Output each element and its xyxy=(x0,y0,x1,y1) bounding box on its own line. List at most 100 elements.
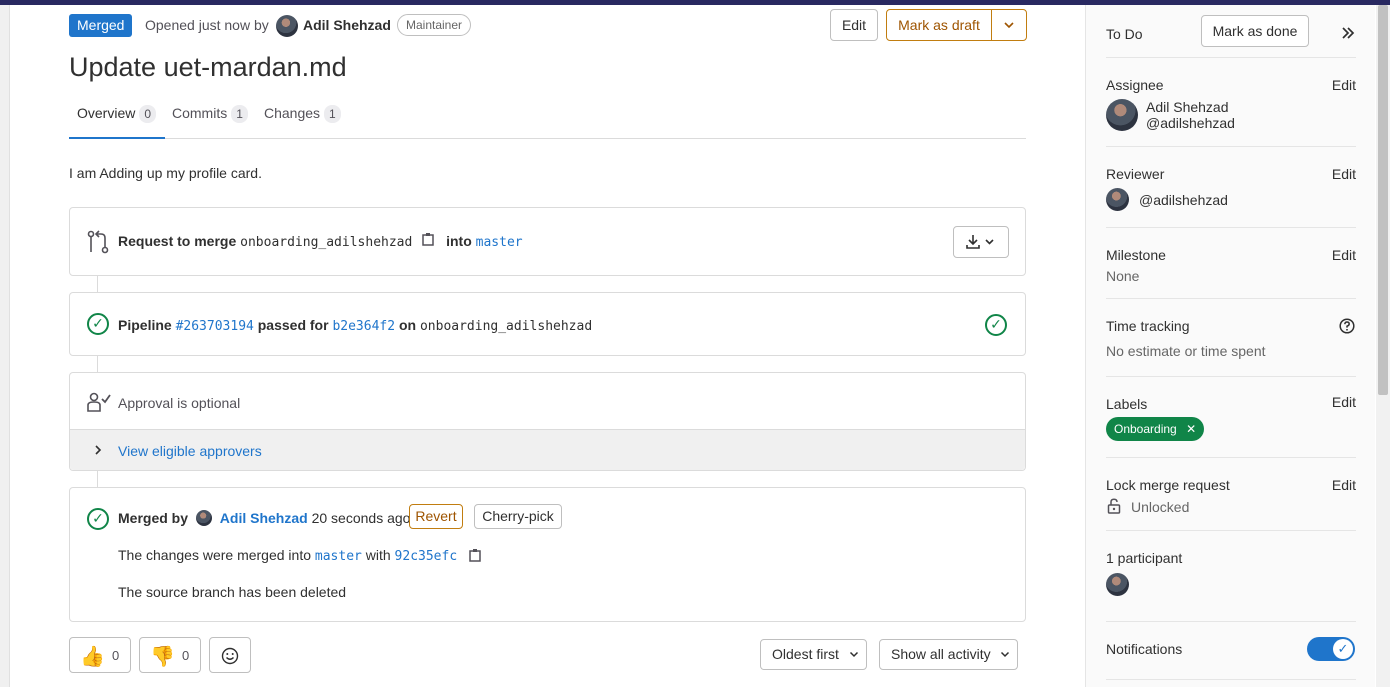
remove-label-icon[interactable]: ✕ xyxy=(1186,422,1196,436)
pipeline-passed-icon[interactable]: ✓ xyxy=(87,313,109,335)
page-scrollbar[interactable] xyxy=(1376,5,1390,687)
notifications-toggle[interactable]: ✓ xyxy=(1307,637,1355,661)
on-label: on xyxy=(398,317,417,333)
tab-commits-count: 1 xyxy=(231,105,248,123)
approval-optional-text: Approval is optional xyxy=(118,395,241,411)
chevron-down-icon xyxy=(1001,651,1010,658)
approvers-section[interactable]: View eligible approvers xyxy=(70,429,1025,470)
milestone-title: Milestone xyxy=(1106,247,1166,263)
into-label: into xyxy=(446,233,472,249)
tab-overview-count: 0 xyxy=(139,105,157,123)
merged-status-badge: Merged xyxy=(69,14,133,37)
milestone-value: None xyxy=(1106,268,1140,284)
thumbs-up-icon: 👍 xyxy=(80,646,105,668)
sort-dropdown[interactable]: Oldest first xyxy=(760,639,867,670)
merged-with-text: with xyxy=(365,547,391,563)
merged-changes-line: The changes were merged into master with… xyxy=(118,547,481,565)
participants-section: 1 participant xyxy=(1106,531,1356,622)
lock-value: Unlocked xyxy=(1131,499,1190,515)
passed-for-label: passed for xyxy=(257,317,329,333)
reviewer-edit-link[interactable]: Edit xyxy=(1332,166,1356,182)
mark-as-done-button[interactable]: Mark as done xyxy=(1201,15,1309,47)
tab-changes-label: Changes xyxy=(264,105,321,121)
copy-branch-icon[interactable] xyxy=(422,232,434,249)
assignee-avatar[interactable] xyxy=(1106,99,1138,131)
merge-request-icon xyxy=(87,230,109,254)
scrollbar-thumb[interactable] xyxy=(1378,5,1388,395)
merged-by-line: Merged by Adil Shehzad 20 seconds ago xyxy=(118,510,410,526)
merge-commit-link[interactable]: 92c35efc xyxy=(395,549,458,564)
cherry-pick-button[interactable]: Cherry-pick xyxy=(474,504,562,529)
merged-by-user-link[interactable]: Adil Shehzad xyxy=(220,510,308,526)
download-dropdown-button[interactable] xyxy=(953,226,1009,258)
merged-changes-text: The changes were merged into xyxy=(118,547,311,563)
target-branch-link[interactable]: master xyxy=(476,235,523,250)
tab-commits[interactable]: Commits 1 xyxy=(172,100,248,139)
tab-overview[interactable]: Overview 0 xyxy=(69,100,165,139)
labels-edit-link[interactable]: Edit xyxy=(1332,394,1356,410)
participant-avatar[interactable] xyxy=(1106,573,1129,596)
activity-filter-label: Show all activity xyxy=(891,646,991,662)
question-icon[interactable] xyxy=(1339,318,1355,334)
todo-label: To Do xyxy=(1106,26,1143,42)
notifications-title: Notifications xyxy=(1106,641,1183,657)
reviewer-username[interactable]: @adilshehzad xyxy=(1139,192,1228,208)
reviewer-avatar[interactable] xyxy=(1106,188,1129,211)
label-name: Onboarding xyxy=(1114,422,1177,436)
milestone-edit-link[interactable]: Edit xyxy=(1332,247,1356,263)
merged-target-branch-link[interactable]: master xyxy=(315,549,362,564)
merge-request-line: Request to merge onboarding_adilshehzad … xyxy=(118,232,523,250)
lock-section: Lock merge request Edit Unlocked xyxy=(1106,458,1356,531)
chevron-right-icon xyxy=(95,445,102,455)
tab-changes-count: 1 xyxy=(324,105,341,123)
assignee-edit-link[interactable]: Edit xyxy=(1332,77,1356,93)
revert-button[interactable]: Revert xyxy=(409,504,463,529)
lock-title: Lock merge request xyxy=(1106,477,1230,493)
pipeline-id-link[interactable]: #263703194 xyxy=(176,319,254,334)
author-name[interactable]: Adil Shehzad xyxy=(303,17,391,33)
smiley-icon xyxy=(221,647,239,665)
assignee-name[interactable]: Adil Shehzad xyxy=(1146,99,1229,115)
view-eligible-approvers-link[interactable]: View eligible approvers xyxy=(118,443,262,459)
page-title: Update uet-mardan.md xyxy=(69,52,347,82)
approval-widget: Approval is optional View eligible appro… xyxy=(69,372,1026,471)
thumbs-up-count: 0 xyxy=(112,648,120,663)
thumbs-up-button[interactable]: 👍 0 xyxy=(69,637,131,673)
download-icon xyxy=(966,235,994,249)
copy-commit-icon[interactable] xyxy=(469,548,481,565)
merged-by-label: Merged by xyxy=(118,510,189,526)
mark-as-draft-button[interactable]: Mark as draft xyxy=(886,9,992,41)
edit-button[interactable]: Edit xyxy=(830,9,878,41)
time-tracking-value: No estimate or time spent xyxy=(1106,343,1266,359)
right-sidebar: To Do Mark as done Assignee Edit Adil Sh… xyxy=(1085,5,1375,687)
thumbs-down-button[interactable]: 👎 0 xyxy=(139,637,201,673)
sort-label: Oldest first xyxy=(772,646,839,662)
description: I am Adding up my profile card. xyxy=(69,165,262,181)
toggle-check-icon: ✓ xyxy=(1333,639,1353,659)
left-scroll-edge xyxy=(0,5,10,687)
source-branch[interactable]: onboarding_adilshehzad xyxy=(240,235,412,250)
pipeline-status-icon[interactable]: ✓ xyxy=(985,314,1007,336)
pipeline-commit-link[interactable]: b2e364f2 xyxy=(332,319,395,334)
reviewer-section: Reviewer Edit @adilshehzad xyxy=(1106,147,1356,228)
thumbs-down-icon: 👎 xyxy=(150,646,175,668)
tab-changes[interactable]: Changes 1 xyxy=(264,100,341,139)
chevron-down-icon xyxy=(1004,22,1014,29)
reviewer-title: Reviewer xyxy=(1106,166,1165,182)
todo-section: To Do Mark as done xyxy=(1106,5,1356,58)
merged-by-avatar[interactable] xyxy=(195,510,212,526)
pipeline-label: Pipeline xyxy=(118,317,172,333)
add-reaction-button[interactable] xyxy=(209,637,251,673)
thumbs-down-count: 0 xyxy=(182,648,190,663)
time-tracking-section: Time tracking No estimate or time spent xyxy=(1106,299,1356,377)
notifications-section: Notifications ✓ xyxy=(1106,622,1356,680)
author-avatar[interactable] xyxy=(276,15,298,37)
lock-edit-link[interactable]: Edit xyxy=(1332,477,1356,493)
assignee-section: Assignee Edit Adil Shehzad @adilshehzad xyxy=(1106,58,1356,147)
maintainer-badge: Maintainer xyxy=(397,14,472,36)
activity-filter-dropdown[interactable]: Show all activity xyxy=(879,639,1018,670)
collapse-sidebar-icon[interactable] xyxy=(1341,26,1355,40)
draft-dropdown-button[interactable] xyxy=(991,9,1027,41)
onboarding-label-pill[interactable]: Onboarding ✕ xyxy=(1106,417,1205,441)
assignee-username[interactable]: @adilshehzad xyxy=(1146,115,1235,131)
